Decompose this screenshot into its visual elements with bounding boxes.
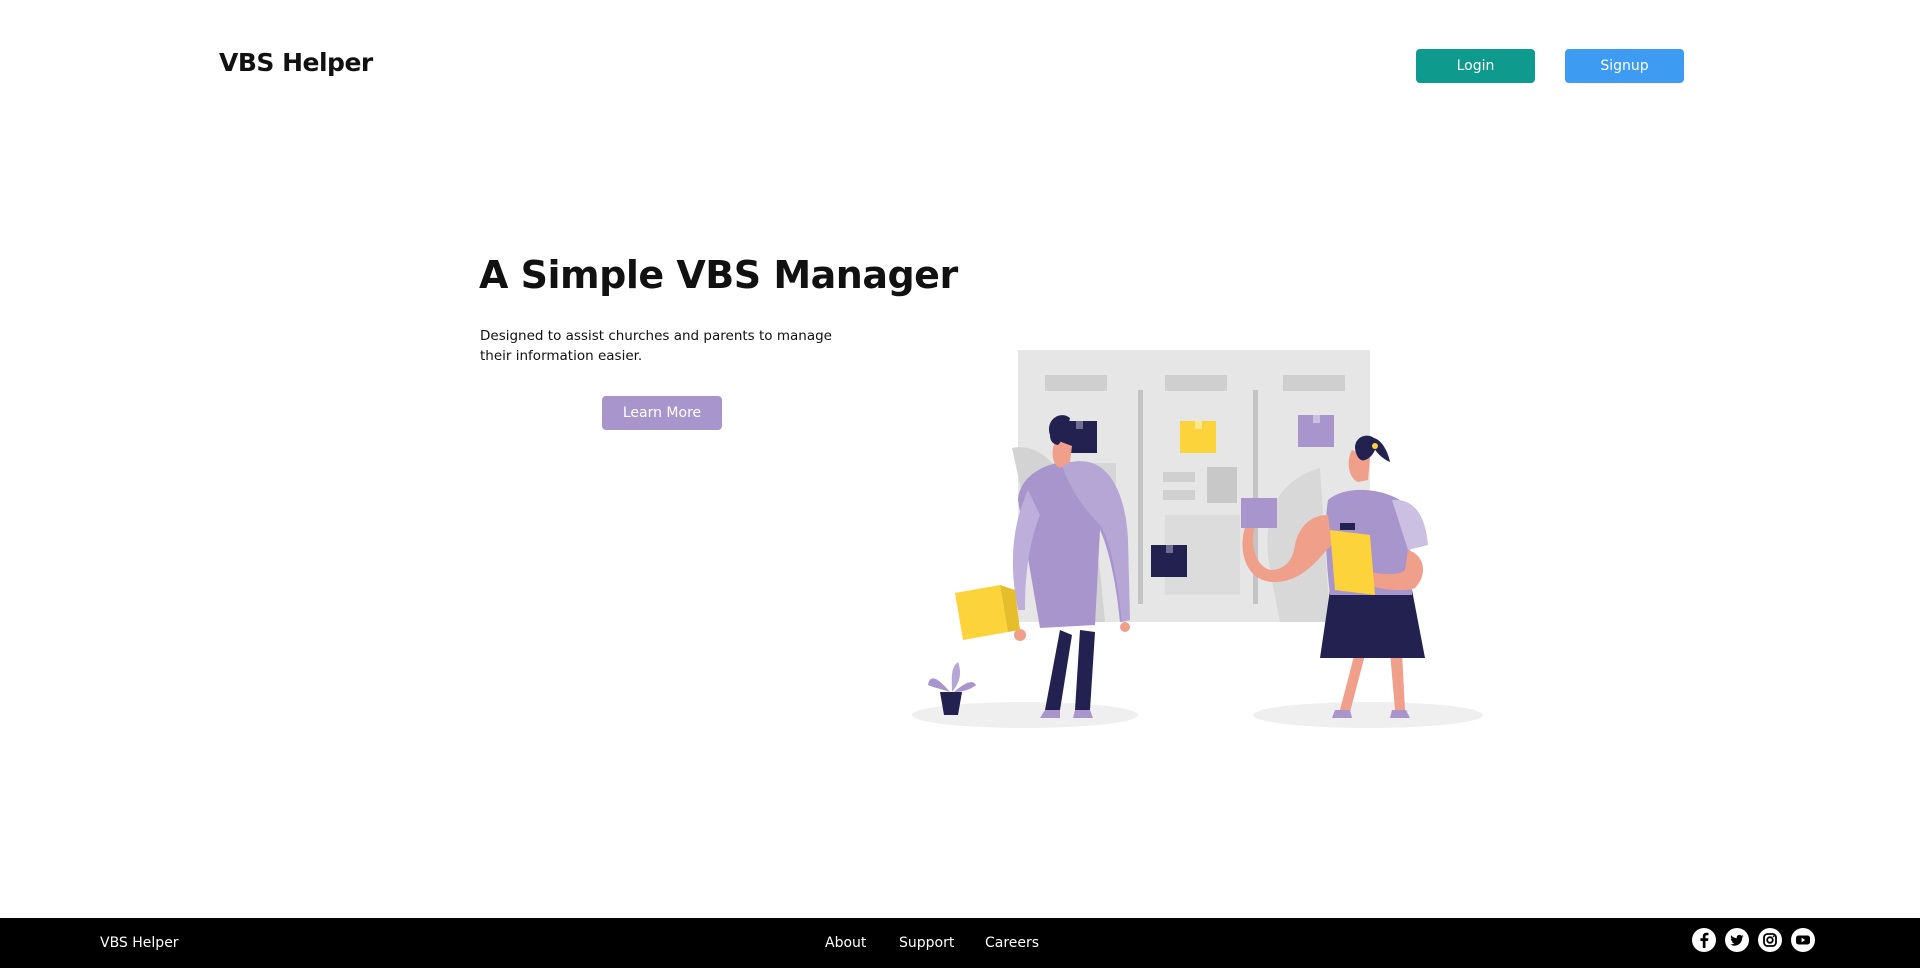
footer: VBS Helper About Support Careers [0, 918, 1920, 968]
learn-more-button[interactable]: Learn More [602, 396, 722, 430]
footer-link-careers[interactable]: Careers [985, 935, 1039, 951]
facebook-icon[interactable] [1692, 928, 1716, 952]
twitter-icon[interactable] [1725, 928, 1749, 952]
instagram-icon[interactable] [1758, 928, 1782, 952]
site-logo[interactable]: VBS Helper [219, 48, 373, 77]
hero-title: A Simple VBS Manager [479, 253, 958, 297]
team-kanban-board-illustration [912, 350, 1483, 728]
footer-link-support[interactable]: Support [899, 935, 954, 951]
hero-description: Designed to assist churches and parents … [480, 328, 832, 364]
signup-button[interactable]: Signup [1565, 49, 1684, 83]
footer-link-about[interactable]: About [825, 935, 866, 951]
footer-brand[interactable]: VBS Helper [100, 935, 179, 951]
youtube-icon[interactable] [1791, 928, 1815, 952]
login-button[interactable]: Login [1416, 49, 1535, 83]
